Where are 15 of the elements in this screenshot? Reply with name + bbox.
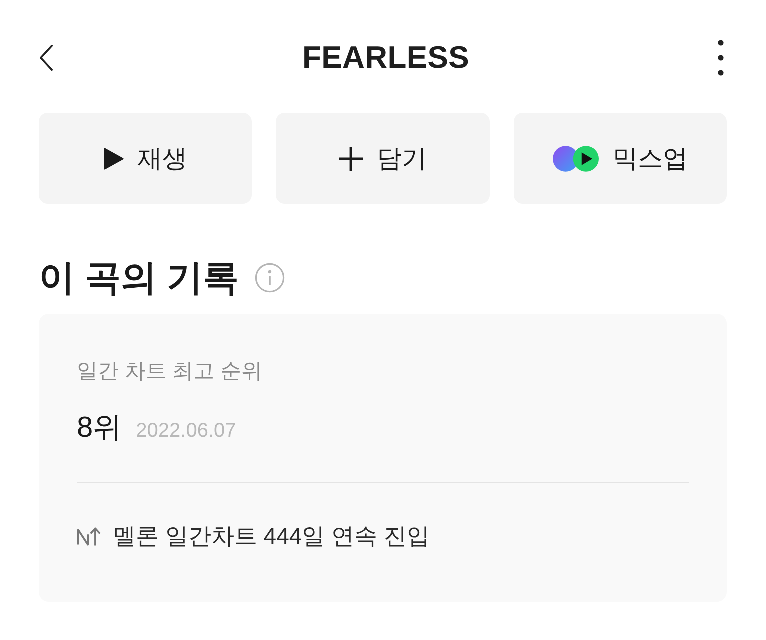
trend-up-icon [77,526,101,547]
peak-rank: 8위 [77,411,122,446]
plus-icon [338,146,363,170]
peak-date: 2022.06.07 [136,420,236,443]
page-title: FEARLESS [302,40,470,76]
action-button[interactable]: 담기 [276,113,490,204]
play-icon [104,148,124,170]
mixup-icon [552,146,599,172]
section-title: 이 곡의 기록 [39,256,240,300]
action-button[interactable]: 재생 [39,113,252,204]
peak-label: 일간 차트 최고 순위 [77,359,264,385]
back-icon[interactable] [39,45,54,71]
action-button[interactable]: 믹스업 [514,113,727,204]
more-options-icon[interactable] [718,40,724,76]
streak-text: 멜론 일간차트 444일 연속 진입 [113,522,430,551]
